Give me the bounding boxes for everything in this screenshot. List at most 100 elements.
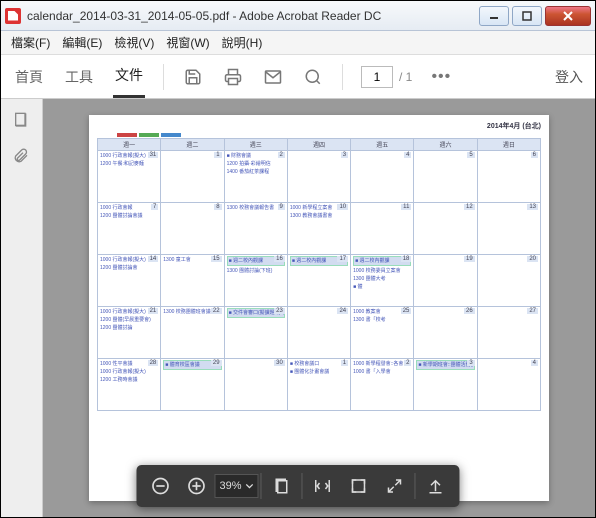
app-icon — [5, 8, 21, 24]
calendar-cell: 4 — [477, 359, 540, 411]
sidebar — [1, 99, 43, 517]
calendar-event: 1200 團體討論 — [100, 324, 158, 332]
calendar-cell: 101000 新學程立案會1300 教務會議書會 — [287, 203, 350, 255]
calendar-cell: 16■ 週二校內觀課1300 團體討論(下班) — [224, 255, 287, 307]
calendar-event: 1200 午餐:和記麥麵 — [100, 160, 158, 168]
menu-bar: 檔案(F) 編輯(E) 檢視(V) 視窗(W) 說明(H) — [1, 31, 595, 55]
calendar-grid: 週一週二週三週四週五週六週日 311000 行政會報(擬大)1200 午餐:和記… — [97, 138, 541, 411]
selection-tool-icon[interactable] — [264, 468, 300, 504]
calendar-cell: 24 — [287, 307, 350, 359]
fit-page-icon[interactable] — [341, 468, 377, 504]
calendar-event: 1000 新學程發會::各會 — [353, 360, 411, 368]
calendar-cell: 4 — [351, 151, 414, 203]
calendar-header: 週六 — [414, 139, 477, 151]
maximize-button[interactable] — [512, 6, 542, 26]
mail-icon[interactable] — [262, 66, 284, 88]
calendar-event: 1000 行政會報 — [100, 204, 158, 212]
calendar-cell: 21000 新學程發會::各會1000 書「入學會 — [351, 359, 414, 411]
calendar-cell: 30 — [224, 359, 287, 411]
calendar-header: 週日 — [477, 139, 540, 151]
calendar-header: 週三 — [224, 139, 287, 151]
calendar-cell: 281000 性平會議1000 行政會報(擬大)1200 工務時會議 — [98, 359, 161, 411]
separator — [342, 64, 343, 90]
calendar-cell: 8 — [161, 203, 224, 255]
calendar-event: ■ 新學期班會::團體活動計畫 — [416, 360, 474, 370]
calendar-event: 1000 校務委員立案會 — [353, 267, 411, 275]
calendar-event: ■ 團體化計畫會議 — [290, 368, 348, 376]
attachment-icon[interactable] — [13, 147, 31, 165]
tab-document[interactable]: 文件 — [113, 55, 145, 98]
zoom-in-icon[interactable] — [178, 468, 214, 504]
calendar-cell: 1 — [161, 151, 224, 203]
calendar-legend — [117, 133, 541, 137]
page-number-input[interactable] — [361, 66, 393, 88]
calendar-cell: 91300 校務會議報告書 — [224, 203, 287, 255]
calendar-cell: 3 — [287, 151, 350, 203]
calendar-event: 1000 行政會報(擬大) — [100, 368, 158, 376]
calendar-cell: 71000 行政會報1200 團體討論會議 — [98, 203, 161, 255]
zoom-level-select[interactable]: 39% — [214, 474, 258, 498]
fit-width-icon[interactable] — [305, 468, 341, 504]
calendar-event: ■ 財務會議 — [227, 152, 285, 160]
tab-tools[interactable]: 工具 — [63, 57, 95, 97]
floating-toolbar: 39% — [136, 465, 459, 507]
minimize-button[interactable] — [479, 6, 509, 26]
calendar-header: 週一 — [98, 139, 161, 151]
menu-window[interactable]: 視窗(W) — [160, 32, 215, 53]
calendar-cell: 3■ 新學期班會::團體活動計畫 — [414, 359, 477, 411]
calendar-cell: 26 — [414, 307, 477, 359]
calendar-cell: 29■ 體育校區會議 — [161, 359, 224, 411]
login-button[interactable]: 登入 — [555, 67, 583, 87]
calendar-event: 1400 番茄紅茶課程 — [227, 168, 285, 176]
calendar-header: 週二 — [161, 139, 224, 151]
thumbnails-icon[interactable] — [13, 111, 31, 129]
calendar-event: 1200 工務時會議 — [100, 376, 158, 384]
separator — [415, 473, 416, 499]
calendar-header: 週四 — [287, 139, 350, 151]
calendar-cell: 2■ 財務會議1200 拍攝·彩繪明信1400 番茄紅茶課程 — [224, 151, 287, 203]
calendar-event: ■ 體 — [353, 283, 411, 291]
calendar-cell: 151300 童工會 — [161, 255, 224, 307]
calendar-cell: 311000 行政會報(擬大)1200 午餐:和記麥麵 — [98, 151, 161, 203]
calendar-cell: 1■ 校務會議口■ 團體化計畫會議 — [287, 359, 350, 411]
calendar-event: 1000 書「入學會 — [353, 368, 411, 376]
calendar-cell: 20 — [477, 255, 540, 307]
calendar-event: 1300 教務會議書會 — [290, 212, 348, 220]
calendar-cell: 19 — [414, 255, 477, 307]
calendar-cell: 17■ 週二校內觀課 — [287, 255, 350, 307]
zoom-out-icon[interactable] — [142, 468, 178, 504]
save-icon[interactable] — [182, 66, 204, 88]
separator — [163, 64, 164, 90]
search-icon[interactable] — [302, 66, 324, 88]
calendar-cell: 221300 校務團體班會議 — [161, 307, 224, 359]
close-button[interactable] — [545, 6, 591, 26]
menu-file[interactable]: 檔案(F) — [5, 32, 56, 53]
calendar-cell: 141000 行政會報(擬大)1200 團體討論會 — [98, 255, 161, 307]
menu-help[interactable]: 說明(H) — [216, 32, 269, 53]
calendar-event: 1300 團體大考 — [353, 275, 411, 283]
calendar-event: 1200 團體(早晨重要會) — [100, 316, 158, 324]
calendar-cell: 27 — [477, 307, 540, 359]
separator — [302, 473, 303, 499]
calendar-cell: 23■ 交件會審口(擬課題:行政) — [224, 307, 287, 359]
calendar-event: 1300 團體討論(下班) — [227, 267, 285, 275]
window-title: calendar_2014-03-31_2014-05-05.pdf - Ado… — [27, 9, 476, 23]
more-icon[interactable]: ••• — [430, 66, 452, 88]
fullscreen-icon[interactable] — [377, 468, 413, 504]
calendar-event: 1200 團體討論會 — [100, 264, 158, 272]
menu-view[interactable]: 檢視(V) — [108, 32, 160, 53]
tab-home[interactable]: 首頁 — [13, 57, 45, 97]
calendar-cell: 251000 教案會1300 書「校考 — [351, 307, 414, 359]
menu-edit[interactable]: 編輯(E) — [56, 32, 108, 53]
toolbar: 首頁 工具 文件 / 1 ••• 登入 — [1, 55, 595, 99]
pdf-page: 2014年4月 (台北) 週一週二週三週四週五週六週日 311000 行政會報(… — [89, 115, 549, 501]
calendar-event: 1300 校務會議報告書 — [227, 204, 285, 212]
calendar-title: 2014年4月 (台北) — [97, 121, 541, 131]
separator — [261, 473, 262, 499]
calendar-event: ■ 校務會議口 — [290, 360, 348, 368]
read-mode-icon[interactable] — [418, 468, 454, 504]
calendar-header: 週五 — [351, 139, 414, 151]
document-viewport[interactable]: 2014年4月 (台北) 週一週二週三週四週五週六週日 311000 行政會報(… — [43, 99, 595, 517]
print-icon[interactable] — [222, 66, 244, 88]
calendar-event: 1200 拍攝·彩繪明信 — [227, 160, 285, 168]
